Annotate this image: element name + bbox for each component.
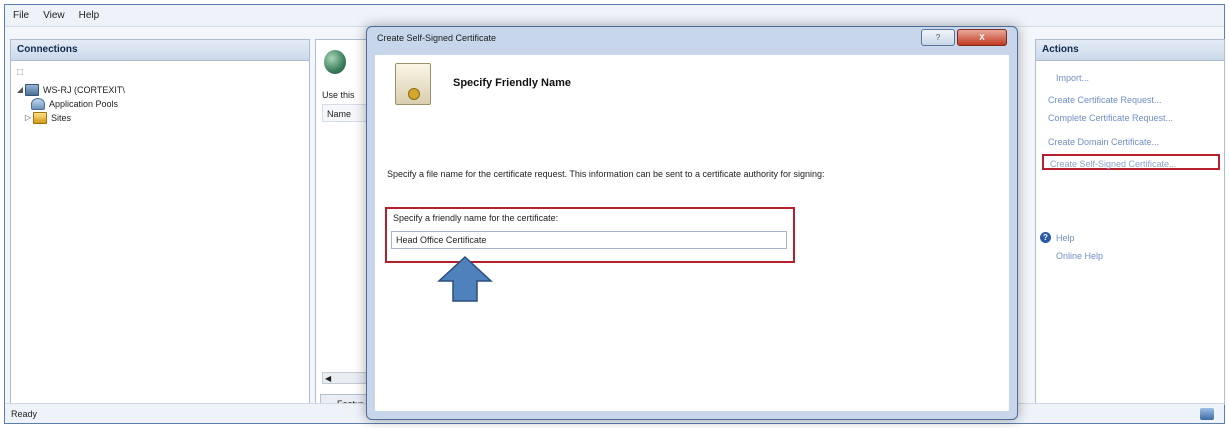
connections-header: Connections <box>11 40 309 61</box>
action-create-certificate-request[interactable]: Create Certificate Request... <box>1048 92 1162 108</box>
action-create-self-signed-certificate[interactable]: Create Self-Signed Certificate... <box>1042 154 1220 170</box>
connections-pane: Connections □ ◢ WS-RJ (CORTEXIT\ Applica… <box>10 39 310 405</box>
action-complete-certificate-request[interactable]: Complete Certificate Request... <box>1048 110 1173 126</box>
tree-item-label: Sites <box>51 113 72 123</box>
friendly-name-input[interactable] <box>391 231 787 249</box>
tree-item-sites[interactable]: ▷ Sites <box>11 111 309 125</box>
tree-item-server[interactable]: ◢ WS-RJ (CORTEXIT\ <box>11 83 309 97</box>
scroll-left-icon[interactable]: ◀ <box>325 374 331 383</box>
menu-help[interactable]: Help <box>79 10 100 21</box>
up-arrow-icon <box>437 255 493 302</box>
action-create-domain-certificate[interactable]: Create Domain Certificate... <box>1048 134 1159 150</box>
tree-item-application-pools[interactable]: Application Pools <box>11 97 309 111</box>
server-icon <box>25 84 39 96</box>
network-icon <box>1200 408 1214 420</box>
connections-toolbar: □ <box>17 67 303 81</box>
help-button[interactable]: ? <box>921 29 955 46</box>
actions-pane: Actions Import... Create Certificate Req… <box>1035 39 1225 405</box>
expand-toggle-icon[interactable]: ◢ <box>15 83 25 97</box>
app-pool-icon <box>31 98 45 110</box>
menu-bar: File View Help <box>5 5 1224 27</box>
status-text: Ready <box>11 409 38 419</box>
toolbar-icon[interactable]: □ <box>17 67 23 78</box>
dialog-body: Specify a file name for the certificate … <box>375 115 1009 411</box>
dialog-title: Create Self-Signed Certificate <box>377 33 497 43</box>
help-icon: ? <box>1040 232 1051 243</box>
action-help[interactable]: Help <box>1056 230 1075 246</box>
dialog-window-buttons: ? X <box>919 29 1007 46</box>
certificate-icon <box>395 63 431 105</box>
action-import[interactable]: Import... <box>1056 70 1089 86</box>
menu-view[interactable]: View <box>43 10 65 21</box>
action-online-help[interactable]: Online Help <box>1056 248 1103 264</box>
menu-file[interactable]: File <box>13 10 29 21</box>
center-description: Use this <box>322 90 355 100</box>
create-self-signed-certificate-dialog: Create Self-Signed Certificate ? X Speci… <box>366 26 1018 420</box>
sites-icon <box>33 112 47 124</box>
server-certificates-icon <box>324 50 346 74</box>
friendly-name-label: Specify a friendly name for the certific… <box>393 213 559 223</box>
close-button[interactable]: X <box>957 29 1007 46</box>
expand-toggle-icon[interactable]: ▷ <box>23 111 33 125</box>
tree-item-label: WS-RJ (CORTEXIT\ <box>43 85 125 95</box>
actions-header: Actions <box>1036 40 1224 61</box>
dialog-description: Specify a file name for the certificate … <box>387 169 825 179</box>
banner-title: Specify Friendly Name <box>453 77 571 89</box>
dialog-banner: Specify Friendly Name <box>375 55 1009 116</box>
tree-item-label: Application Pools <box>49 99 119 109</box>
